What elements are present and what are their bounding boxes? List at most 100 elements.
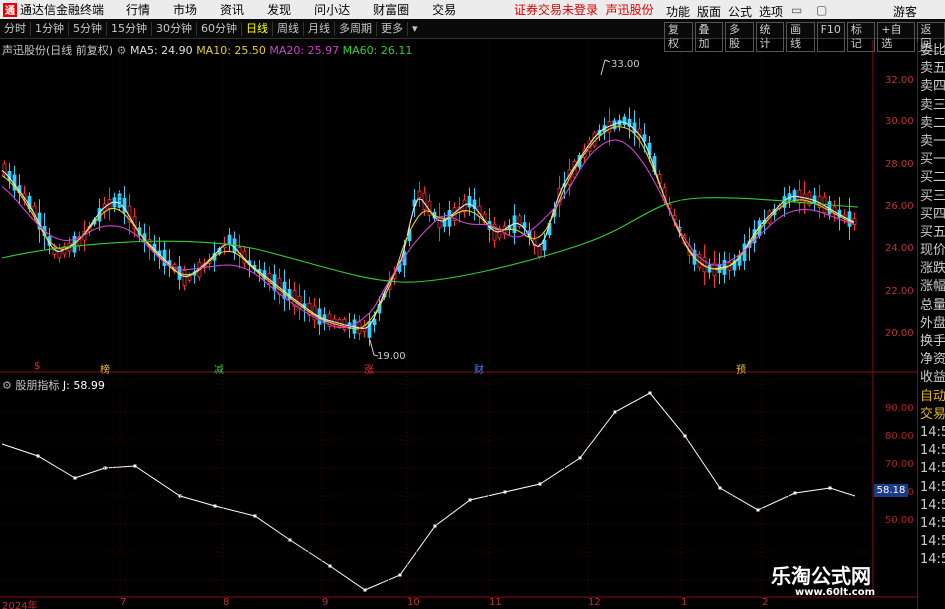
side-item[interactable]: 现价 <box>918 242 945 260</box>
y-tick: 90.00 <box>885 403 914 414</box>
tool-button[interactable]: 多股 <box>725 22 754 52</box>
menu-trade[interactable]: 交易 <box>432 1 456 18</box>
period-tab[interactable]: 60分钟 <box>197 21 242 36</box>
menu-wealth[interactable]: 财富圈 <box>373 1 409 18</box>
watermark-url: www.60lt.com <box>795 587 876 598</box>
y-tick: 50.00 <box>885 515 914 526</box>
menu-markets[interactable]: 市场 <box>173 1 197 18</box>
menu-ask[interactable]: 问小达 <box>314 1 350 18</box>
menu-layout[interactable]: 版面 <box>697 3 721 20</box>
kline-title: 声迅股份(日线 前复权) ⚙ MA5: 24.90 MA10: 25.50 MA… <box>2 42 412 58</box>
y-tick: 70.00 <box>885 459 914 470</box>
date-tick: 1 <box>681 597 688 608</box>
period-tab-more[interactable]: 更多 <box>377 21 408 36</box>
side-item[interactable]: 净资 <box>918 351 945 369</box>
chart-tools: 复权 叠加 多股 统计 画线 F10 标记 +自选 返回 <box>662 22 945 52</box>
period-tab-daily[interactable]: 日线 <box>242 21 273 36</box>
y-tick: 30.00 <box>885 116 914 127</box>
side-time: 14:56 <box>920 497 945 513</box>
side-item[interactable]: 委比 <box>918 42 945 60</box>
event-marker[interactable]: 涨 <box>364 361 374 376</box>
period-tab[interactable]: 15分钟 <box>107 21 152 36</box>
menu-news[interactable]: 资讯 <box>220 1 244 18</box>
side-time: 14:56 <box>920 479 945 495</box>
side-item[interactable]: 买一 <box>918 151 945 169</box>
user-label[interactable]: 游客 <box>893 3 917 20</box>
side-time: 14:56 <box>920 552 945 568</box>
side-item-trade[interactable]: 交易 <box>918 406 945 424</box>
menu-market[interactable]: 行情 <box>126 1 150 18</box>
low-label: 19.00 <box>377 351 406 362</box>
minimize-icon[interactable]: ▭ <box>791 3 802 17</box>
menu-options[interactable]: 选项 <box>759 3 783 20</box>
side-item[interactable]: 外盘 <box>918 315 945 333</box>
side-item[interactable]: 涨幅 <box>918 278 945 296</box>
side-item[interactable]: 总量 <box>918 297 945 315</box>
event-marker[interactable]: 预 <box>736 361 746 376</box>
menu-function[interactable]: 功能 <box>666 3 690 20</box>
period-tab[interactable]: 30分钟 <box>152 21 197 36</box>
menu-discover[interactable]: 发现 <box>267 1 291 18</box>
tool-button[interactable]: 统计 <box>755 22 785 52</box>
event-marker[interactable]: $ <box>34 361 40 372</box>
ma10-label: MA10: 25.50 <box>196 44 266 57</box>
side-item[interactable]: 卖二 <box>918 115 945 133</box>
side-item[interactable]: 涨跌 <box>918 260 945 278</box>
settings-icon[interactable]: ⚙ <box>117 44 127 57</box>
tool-button[interactable]: 叠加 <box>694 22 724 52</box>
quote-sidebar: 委比 卖五 卖四 卖三 卖二 卖一 买一 买二 买三 买四 买五 现价 涨跌 涨… <box>917 42 945 609</box>
ma5-label: MA5: 24.90 <box>129 44 193 57</box>
event-marker[interactable]: 财 <box>474 361 484 376</box>
period-tab[interactable]: 多周期 <box>335 21 377 36</box>
kline-chart[interactable] <box>0 0 945 609</box>
tool-button[interactable]: 复权 <box>664 22 693 52</box>
side-item[interactable]: 换手 <box>918 333 945 351</box>
side-item[interactable]: 卖一 <box>918 133 945 151</box>
period-tab[interactable]: 分时 <box>0 21 31 36</box>
j-value: J: 58.99 <box>62 379 105 392</box>
indicator-title: ⚙ 股朋指标 J: 58.99 <box>2 377 105 393</box>
period-tab[interactable]: 1分钟 <box>31 21 69 36</box>
tool-button[interactable]: +自选 <box>877 22 915 52</box>
side-item[interactable]: 卖五 <box>918 60 945 78</box>
date-tick: 7 <box>120 597 127 608</box>
tool-button[interactable]: 画线 <box>786 22 815 52</box>
side-time: 14:56 <box>920 461 945 477</box>
side-item-auto[interactable]: 自动 <box>918 388 945 406</box>
date-tick: 2024年 <box>2 601 38 609</box>
indicator-name: 股朋指标 <box>15 379 60 392</box>
side-item[interactable]: 买三 <box>918 188 945 206</box>
date-tick: 8 <box>223 597 230 608</box>
tool-button[interactable]: F10 <box>816 22 845 52</box>
side-item[interactable]: 买四 <box>918 206 945 224</box>
period-tab[interactable]: 月线 <box>304 21 335 36</box>
date-tick: 10 <box>407 597 420 608</box>
period-tab[interactable]: 周线 <box>273 21 304 36</box>
ma20-label: MA20: 25.97 <box>269 44 340 57</box>
y-tick: 28.00 <box>885 159 914 170</box>
settings-icon[interactable]: ⚙ <box>2 379 12 392</box>
side-item[interactable]: 卖三 <box>918 97 945 115</box>
y-tick: 26.00 <box>885 201 914 212</box>
side-item[interactable]: 卖四 <box>918 78 945 96</box>
current-j-badge: 58.18 <box>874 484 908 497</box>
y-tick: 32.00 <box>885 75 914 86</box>
moving-averages <box>1 59 859 357</box>
menu-formula[interactable]: 公式 <box>728 3 752 20</box>
date-tick: 11 <box>489 597 502 608</box>
date-tick: 12 <box>588 597 601 608</box>
restore-icon[interactable]: ▢ <box>816 3 827 17</box>
chevron-down-icon[interactable]: ▾ <box>408 22 422 36</box>
indicator-line <box>1 391 856 592</box>
date-tick: 2 <box>762 597 769 608</box>
side-item[interactable]: 买二 <box>918 169 945 187</box>
side-item[interactable]: 买五 <box>918 224 945 242</box>
tool-button[interactable]: 标记 <box>846 22 876 52</box>
login-status[interactable]: 证券交易未登录 声迅股份 <box>514 1 654 18</box>
event-marker[interactable]: 榜 <box>100 361 110 376</box>
side-time: 14:56 <box>920 424 945 440</box>
side-item[interactable]: 收益 <box>918 369 945 387</box>
y-tick: 24.00 <box>885 243 914 254</box>
event-marker[interactable]: 减 <box>214 361 224 376</box>
period-tab[interactable]: 5分钟 <box>69 21 107 36</box>
